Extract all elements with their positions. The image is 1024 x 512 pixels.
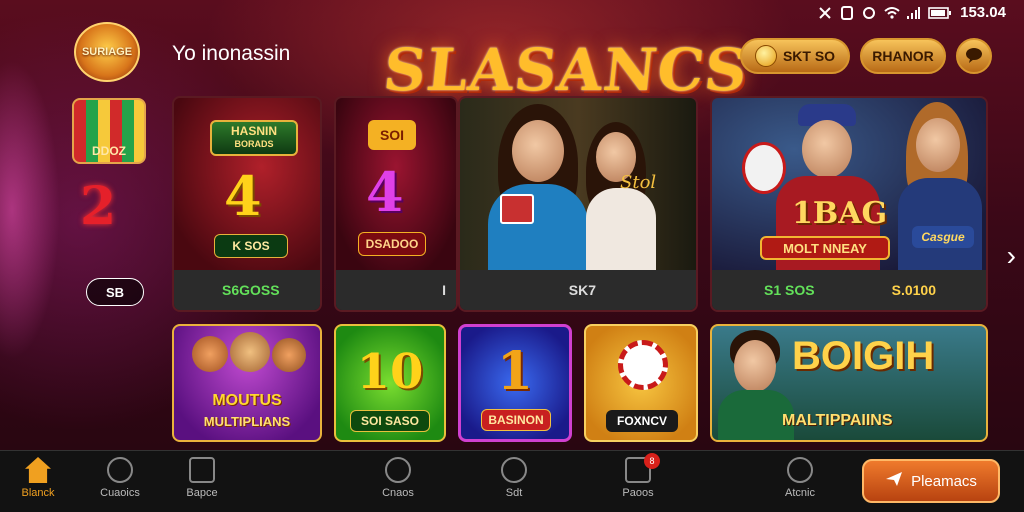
dealer-outfit (586, 188, 656, 274)
game-plate: K SOS (214, 234, 288, 258)
playing-card-icon (500, 194, 534, 224)
nav-item-label: Cnaos (382, 487, 414, 499)
game-banner: MOLT NNEAY (760, 236, 890, 260)
primary-action-label: Pleamacs (911, 472, 977, 490)
nav-item-bag[interactable]: Bapce (172, 457, 232, 499)
chat-button[interactable] (956, 38, 992, 74)
game-card-art: Stol (460, 98, 696, 274)
game-title-number: 1BAG (792, 196, 888, 231)
coins-icon (501, 457, 527, 483)
mascot-icon (272, 338, 306, 372)
app-logo: SLASANCS (380, 36, 752, 104)
rank-button-label: RHANOR (872, 48, 934, 64)
game-banner: HASNIN BORADS (210, 120, 298, 156)
game-tile[interactable]: 1 BASINON (458, 324, 572, 442)
tile-title: BOIGIH (792, 334, 935, 378)
nav-item-label: Bapce (186, 487, 218, 499)
coin-icon (754, 45, 777, 67)
side-number[interactable]: 2 (80, 176, 116, 237)
battery-icon (928, 6, 952, 20)
poker-chip-icon (742, 142, 786, 194)
notification-badge: 8 (644, 453, 660, 469)
rank-button[interactable]: RHANOR (860, 38, 946, 74)
signal-icon (906, 6, 921, 20)
game-card[interactable]: 1BAG MOLT NNEAY Casgue S1 SOS S.0100 (710, 96, 988, 312)
game-card[interactable]: SOI 4 DSADOO I (334, 96, 458, 312)
nfc-icon (840, 5, 854, 20)
coin-balance-label: SKT SO (782, 48, 836, 64)
player-portrait (916, 118, 960, 172)
game-card-footer: I (336, 270, 456, 310)
game-tile[interactable]: BOIGIH MALTIPPAIINS (710, 324, 988, 442)
mute-icon (818, 6, 832, 20)
tile-number: 1 (496, 341, 534, 402)
dealer-portrait (512, 120, 564, 182)
nav-item-coins[interactable]: Sdt (484, 457, 544, 499)
bag-icon (189, 457, 215, 483)
tile-title: MOUTUS (212, 392, 282, 409)
game-card[interactable]: Stol SK7 (458, 96, 698, 312)
game-number: 4 (366, 160, 404, 224)
tile-plate: BASINON (481, 409, 551, 431)
side-pill-button[interactable]: SB (86, 278, 144, 306)
game-banner: SOI (368, 120, 416, 150)
game-card-footer: S6GOSS (174, 270, 320, 310)
status-bar: 153.04 (818, 4, 1006, 21)
game-card-footer: S1 SOS S.0100 (712, 270, 986, 310)
nav-item-home[interactable]: Blanck (8, 457, 68, 499)
wifi-icon (884, 6, 900, 20)
game-number: 4 (224, 164, 262, 228)
nav-item-label: Paoos (622, 487, 654, 499)
player-portrait (802, 120, 852, 178)
game-script-text: Stol (620, 172, 657, 193)
game-card-footer: SK7 (460, 270, 696, 310)
game-card-art: SOI 4 DSADOO (336, 98, 456, 270)
mascot-icon (230, 332, 270, 372)
game-card[interactable]: HASNIN BORADS 4 K SOS S6GOSS (172, 96, 322, 312)
nav-item-briefcase[interactable]: 8 Paoos (608, 453, 668, 499)
page-title: Yo inonassin (172, 42, 291, 65)
nav-item-casino[interactable]: Cnaos (368, 457, 428, 499)
game-card-art: 1BAG MOLT NNEAY Casgue (712, 98, 986, 276)
slot-reels-shortcut[interactable]: DDOZ (72, 98, 146, 164)
game-banner-title: HASNIN (230, 124, 277, 138)
primary-action-button[interactable]: Pleamacs (862, 459, 1000, 503)
status-time: 153.04 (960, 4, 1006, 21)
nav-item-label: Atcnic (785, 487, 815, 499)
game-card-footer-left: S1 SOS (764, 282, 815, 298)
plane-icon (885, 471, 903, 491)
game-tile[interactable]: FOXNCV (584, 324, 698, 442)
home-icon (25, 457, 51, 483)
chevron-right-icon[interactable]: › (1007, 240, 1016, 272)
game-tile[interactable]: MOUTUS MULTIPLIANS (172, 324, 322, 442)
compass-icon (787, 457, 813, 483)
chat-icon (965, 47, 983, 66)
nav-item-label: Cuaoics (100, 487, 140, 499)
casino-sign: Casgue (912, 226, 974, 248)
game-tile[interactable]: 10 SOI SASO (334, 324, 446, 442)
chip-icon (385, 457, 411, 483)
brand-badge[interactable]: SURIAGE (74, 22, 140, 82)
tile-number: 10 (356, 344, 424, 400)
alarm-icon (862, 6, 876, 20)
game-card-footer-right: S.0100 (891, 282, 936, 298)
nav-item-label: Sdt (505, 487, 523, 499)
tile-plate: FOXNCV (606, 410, 678, 432)
heart-icon (107, 457, 133, 483)
nav-item-explore[interactable]: Atcnic (770, 457, 830, 499)
tile-subtitle: MULTIPLIANS (203, 414, 291, 429)
coin-balance-button[interactable]: SKT SO (740, 38, 850, 74)
tile-plate: SOI SASO (350, 410, 430, 432)
slot-machine-decoration (0, 60, 60, 360)
host-portrait (734, 340, 776, 392)
nav-item-label: Blanck (21, 487, 55, 499)
roulette-chip-icon (618, 340, 668, 390)
game-banner-subtitle: BORADS (234, 139, 274, 149)
game-plate: DSADOO (358, 232, 426, 256)
tile-subtitle: MALTIPPAIINS (782, 412, 893, 429)
game-card-art: HASNIN BORADS 4 K SOS (174, 98, 320, 270)
bottom-nav: Blanck Cuaoics Bapce Cnaos Sdt 8 Paoos A… (0, 450, 1024, 512)
nav-item-favorites[interactable]: Cuaoics (90, 457, 150, 499)
mascot-icon (192, 336, 228, 372)
